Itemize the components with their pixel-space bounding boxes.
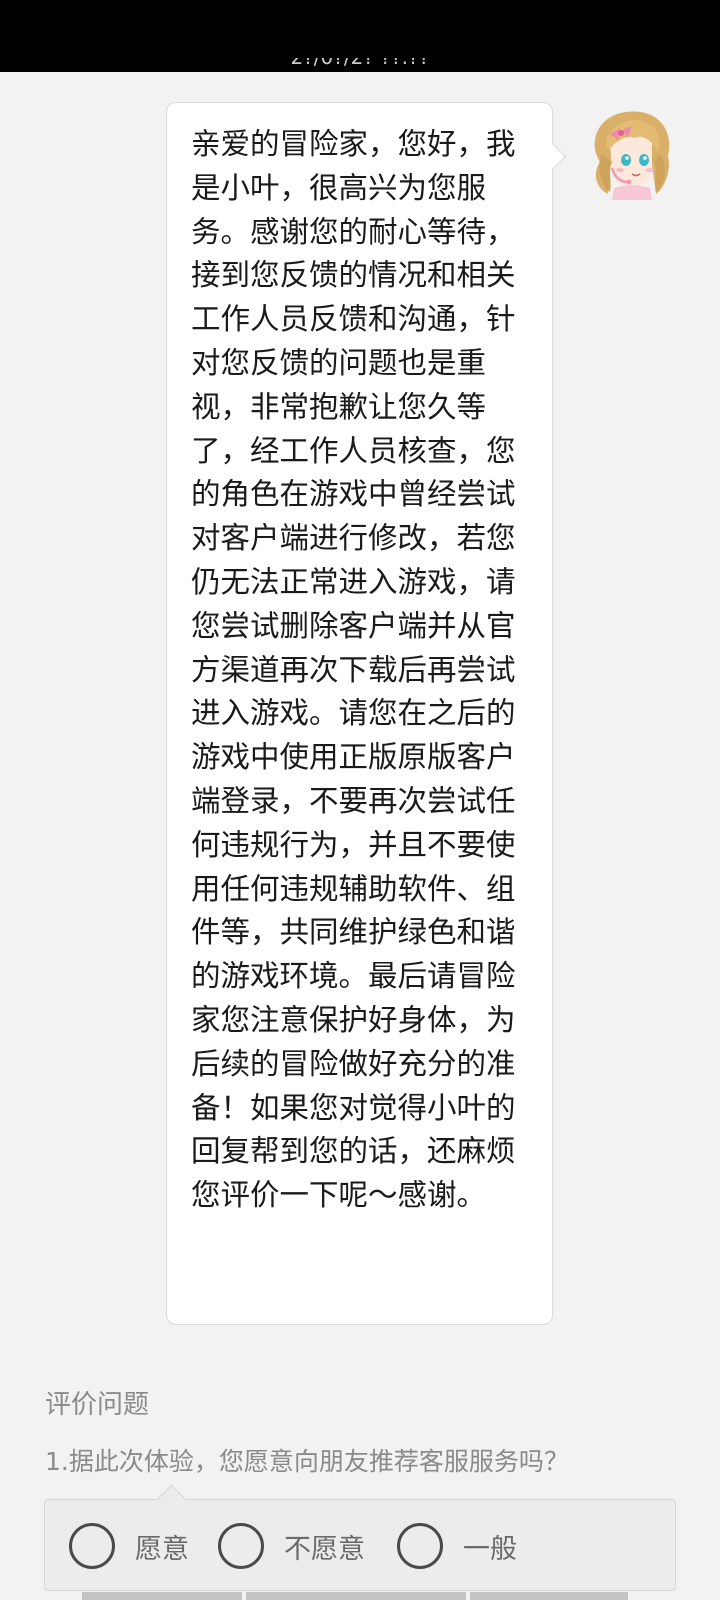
bottom-tab-stub[interactable] (470, 1592, 628, 1600)
radio-unchecked-icon[interactable] (218, 1523, 264, 1569)
bottom-tab-stub[interactable] (246, 1592, 466, 1600)
option-label: 不愿意 (284, 1533, 365, 1565)
radio-unchecked-icon[interactable] (69, 1523, 115, 1569)
option-label: 一般 (463, 1533, 517, 1565)
support-message-text: 亲爱的冒险家，您好，我是小叶，很高兴为您服务。感谢您的耐心等待，接到您反馈的情况… (191, 127, 516, 1213)
rating-question: 1.据此次体验，您愿意向朋友推荐客服服务吗？ (45, 1447, 569, 1476)
option-willing[interactable]: 愿意 (69, 1523, 189, 1569)
option-label: 愿意 (135, 1533, 189, 1565)
option-unwilling[interactable]: 不愿意 (218, 1523, 365, 1569)
bottom-tab-stub[interactable] (82, 1592, 242, 1600)
anime-girl-avatar-icon[interactable] (582, 104, 678, 200)
radio-unchecked-icon[interactable] (397, 1523, 443, 1569)
message-timestamp: 2?/0?/2? ??:?? (0, 58, 720, 78)
support-message-bubble: 亲爱的冒险家，您好，我是小叶，很高兴为您服务。感谢您的耐心等待，接到您反馈的情况… (166, 102, 553, 1325)
option-neutral[interactable]: 一般 (397, 1523, 517, 1569)
rating-options-panel: 愿意 不愿意 一般 (44, 1499, 676, 1591)
rating-section-title: 评价问题 (45, 1390, 150, 1420)
